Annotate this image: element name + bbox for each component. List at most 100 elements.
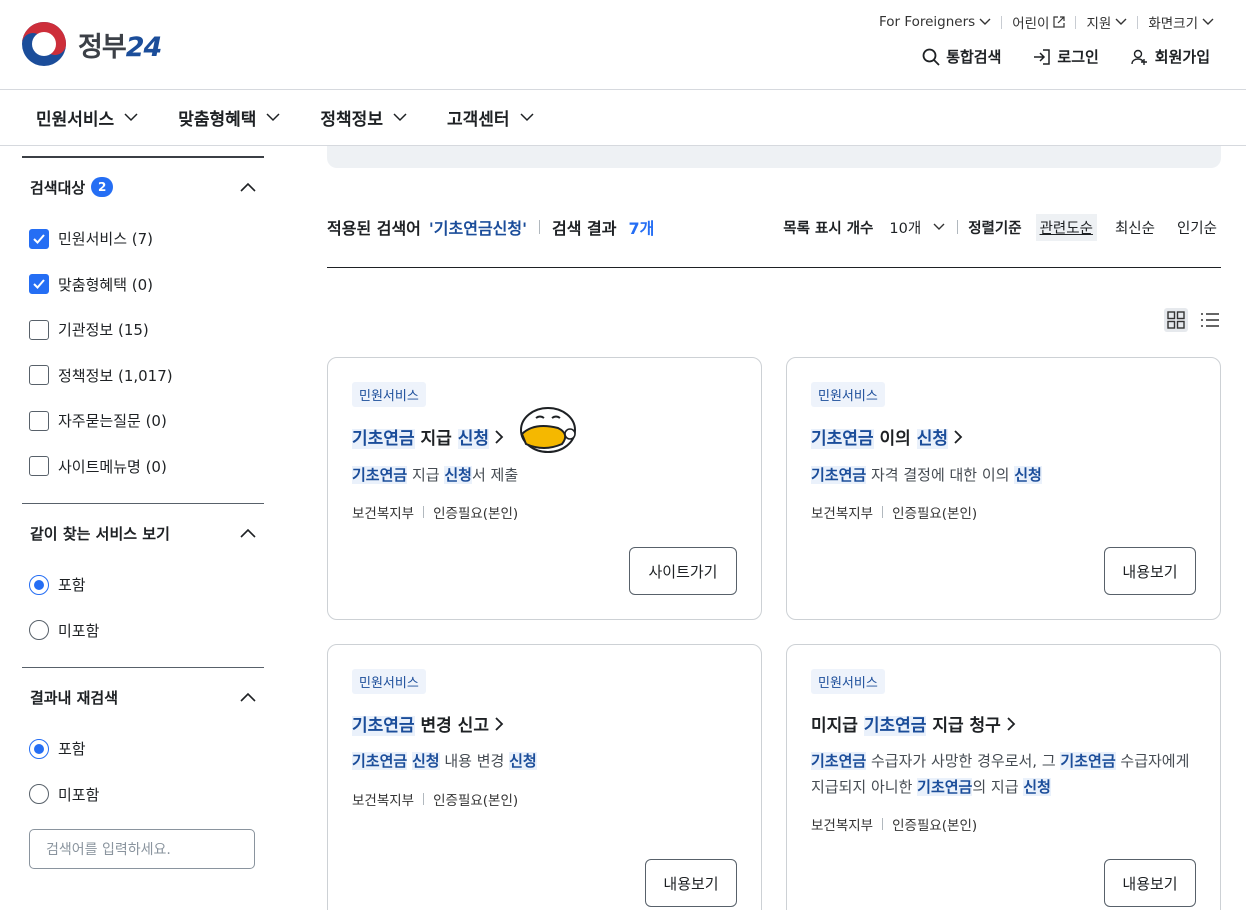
research-include-radio[interactable]: 포함 (22, 726, 264, 772)
checkbox-checked-icon (29, 228, 49, 249)
chevron-down-icon (1115, 18, 1127, 25)
count-badge: 2 (91, 177, 114, 197)
card-meta: 보건복지부 인증필요(본인) (811, 818, 978, 834)
chevron-down-icon (520, 113, 534, 122)
card-title-link[interactable]: 기초연금 지급 신청 (352, 424, 504, 449)
sort-label: 정렬기준 (968, 220, 1022, 237)
applied-keyword-label: 적용된 검색어 (327, 219, 421, 238)
nav-custom-benefits[interactable]: 맞춤형혜택 (178, 105, 280, 130)
research-input[interactable]: 검색어를 입력하세요. (29, 829, 255, 869)
result-bar: 적용된 검색어 '기초연금신청' 검색 결과 7개 목록 표시 개수 10개 정… (327, 210, 1221, 268)
checkbox-label: 맞춤형혜택 (0) (58, 275, 154, 294)
grid-icon (1167, 311, 1185, 329)
search-target-checkbox[interactable]: 정책정보 (1,017) (22, 353, 264, 399)
card-title-link[interactable]: 미지급 기초연금 지급 청구 (811, 711, 1016, 736)
nav-policy-info[interactable]: 정책정보 (320, 105, 407, 130)
nav-civil-service[interactable]: 민원서비스 (36, 105, 138, 130)
search-target-checkbox[interactable]: 기관정보 (15) (22, 307, 264, 353)
login-icon (1034, 48, 1051, 65)
chevron-right-icon (495, 716, 504, 731)
checkbox-icon (29, 319, 49, 340)
card-description: 기초연금 신청 내용 변경 신청 (352, 752, 537, 770)
per-page-select[interactable]: 10개 (889, 217, 945, 238)
list-view-button[interactable] (1198, 308, 1222, 332)
logo-text: 정부24 (78, 31, 162, 63)
site-go-button[interactable]: 사이트가기 (629, 547, 737, 595)
chevron-down-icon (393, 113, 407, 122)
login-button[interactable]: 로그인 (1033, 46, 1099, 67)
search-target-checkbox[interactable]: 자주묻는질문 (0) (22, 398, 264, 444)
card-meta: 보건복지부 인증필요(본인) (352, 793, 519, 809)
result-card: 민원서비스 기초연금 지급 신청 기초연금 지급 신청서 제출 보건복지부 인증필… (327, 357, 762, 620)
chevron-up-icon (240, 182, 256, 192)
checkbox-label: 사이트메뉴명 (0) (58, 457, 167, 476)
result-count-label: 검색 결과 (552, 219, 617, 238)
card-title-link[interactable]: 기초연금 이의 신청 (811, 424, 963, 449)
chevron-up-icon (240, 528, 256, 538)
together-include-radio[interactable]: 포함 (22, 562, 264, 608)
chevron-up-icon (240, 692, 256, 702)
sort-popular[interactable]: 인기순 (1173, 214, 1221, 241)
category-tag: 민원서비스 (352, 382, 426, 407)
header-actions: 통합검색 로그인 회원가입 (922, 46, 1210, 67)
checkbox-label: 민원서비스 (7) (58, 230, 154, 249)
card-description: 기초연금 자격 결정에 대한 이의 신청 (811, 466, 1042, 484)
user-add-icon (1131, 49, 1147, 65)
filter-research-header[interactable]: 결과내 재검색 (22, 668, 264, 726)
view-details-button[interactable]: 내용보기 (645, 859, 737, 907)
sort-relevance[interactable]: 관련도순 (1035, 213, 1097, 241)
chevron-down-icon (266, 113, 280, 122)
header: 정부24 For Foreigners 어린이 지원 화면크기 통합검색 로그인… (0, 0, 1246, 90)
checkbox-icon (29, 410, 49, 431)
search-icon (922, 48, 940, 66)
grid-view-button[interactable] (1164, 308, 1188, 332)
together-exclude-radio[interactable]: 미포함 (22, 608, 264, 654)
filter-sidebar: 검색대상 2 민원서비스 (7) 맞춤형혜택 (0) 기관정보 (15) 정책정보 (1… (22, 146, 264, 869)
card-meta: 보건복지부 인증필요(본인) (811, 506, 978, 522)
filter-search-target: 검색대상 2 민원서비스 (7) 맞춤형혜택 (0) 기관정보 (15) 정책정보 (1… (22, 156, 264, 503)
taegeuk-emblem-icon (22, 22, 66, 66)
checkbox-label: 자주묻는질문 (0) (58, 412, 167, 431)
utility-menu: For Foreigners 어린이 지원 화면크기 (879, 12, 1214, 32)
search-target-checkbox[interactable]: 맞춤형혜택 (0) (22, 262, 264, 308)
chevron-down-icon (1202, 18, 1214, 25)
checkbox-icon (29, 456, 49, 477)
filter-research: 결과내 재검색 포함 미포함 검색어를 입력하세요. (22, 667, 264, 869)
chevron-down-icon (979, 18, 991, 25)
checkbox-checked-icon (29, 274, 49, 295)
result-card: 민원서비스 미지급 기초연금 지급 청구 기초연금 수급자가 사망한 경우로서,… (786, 644, 1221, 910)
category-tag: 민원서비스 (811, 382, 885, 407)
filter-together-services: 같이 찾는 서비스 보기 포함 미포함 (22, 503, 264, 653)
sort-latest[interactable]: 최신순 (1111, 214, 1159, 241)
chevron-right-icon (954, 429, 963, 444)
util-screen-size[interactable]: 화면크기 (1148, 12, 1214, 32)
result-count: 7개 (628, 219, 655, 238)
research-exclude-radio[interactable]: 미포함 (22, 772, 264, 818)
main-navigation: 민원서비스 맞춤형혜택 정책정보 고객센터 (0, 90, 1246, 146)
search-target-checkbox[interactable]: 민원서비스 (7) (22, 216, 264, 262)
card-description: 기초연금 수급자가 사망한 경우로서, 그 기초연금 수급자에게 지급되지 아니… (811, 752, 1190, 796)
nav-customer-center[interactable]: 고객센터 (447, 105, 534, 130)
util-foreigners[interactable]: For Foreigners (879, 14, 991, 30)
util-kids[interactable]: 어린이 (1012, 12, 1066, 32)
view-toggle (1164, 308, 1222, 332)
view-details-button[interactable]: 내용보기 (1104, 547, 1196, 595)
mascot-duck-icon (520, 407, 576, 453)
util-support[interactable]: 지원 (1086, 12, 1127, 32)
checkbox-label: 기관정보 (15) (58, 321, 149, 340)
filter-together-header[interactable]: 같이 찾는 서비스 보기 (22, 504, 264, 562)
checkbox-label: 정책정보 (1,017) (58, 366, 173, 385)
view-details-button[interactable]: 내용보기 (1104, 859, 1196, 907)
card-meta: 보건복지부 인증필요(본인) (352, 506, 519, 522)
signup-button[interactable]: 회원가입 (1131, 46, 1210, 67)
filter-search-target-header[interactable]: 검색대상 2 (22, 158, 264, 216)
search-target-checkbox[interactable]: 사이트메뉴명 (0) (22, 444, 264, 490)
list-icon (1201, 313, 1219, 327)
result-card: 민원서비스 기초연금 이의 신청 기초연금 자격 결정에 대한 이의 신청 보건… (786, 357, 1221, 620)
logo[interactable]: 정부24 (20, 20, 162, 68)
chevron-right-icon (495, 429, 504, 444)
card-title-link[interactable]: 기초연금 변경 신고 (352, 711, 504, 736)
search-panel-bottom (327, 146, 1221, 168)
applied-keyword: '기초연금신청' (428, 219, 528, 238)
search-button[interactable]: 통합검색 (922, 46, 1001, 67)
